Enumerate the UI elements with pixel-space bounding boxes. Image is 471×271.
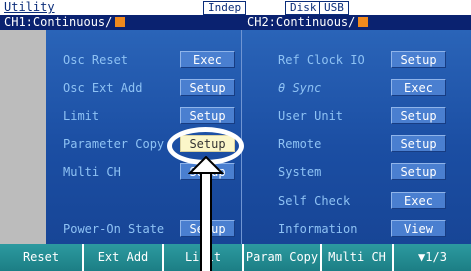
mode-indicator: Indep [203,1,247,15]
osc-ext-add-setup-button[interactable]: Setup [180,79,235,96]
ref-clock-io-setup-button[interactable]: Setup [391,51,446,68]
softkey-multi-ch[interactable]: Multi CH [322,244,394,271]
information-label: Information [278,222,358,236]
osc-reset-exec-button[interactable]: Exec [180,51,235,68]
information-view-button[interactable]: View [391,220,446,237]
self-check-label: Self Check [278,194,351,208]
softkey-reset[interactable]: Reset [0,244,84,271]
power-on-state-label: Power-On State [63,222,165,236]
multi-ch-label: Multi CH [63,165,121,179]
pointer-arrow-icon [188,156,224,174]
channel-status-bar: CH1:Continuous/ CH2:Continuous/ [0,15,471,30]
self-check-exec-button[interactable]: Exec [391,192,446,209]
osc-ext-add-label: Osc Ext Add [63,81,143,95]
usb-indicator: USB [319,1,349,15]
ch2-status: CH2:Continuous/ [247,15,369,30]
limit-label: Limit [63,109,100,123]
user-unit-label: User Unit [278,109,344,123]
remote-label: Remote [278,137,322,151]
ch2-status-text: CH2:Continuous/ [247,15,356,29]
system-label: System [278,165,322,179]
ch1-output-indicator [115,17,126,27]
pointer-arrow-shaft [200,168,212,271]
user-unit-setup-button[interactable]: Setup [391,107,446,124]
column-divider [241,30,242,244]
parameter-copy-label: Parameter Copy [63,137,165,151]
left-strip [0,30,46,244]
ch1-status: CH1:Continuous/ [4,15,126,30]
softkey-param-copy[interactable]: Param Copy [244,244,322,271]
disk-indicator: Disk [285,1,322,15]
theta-sync-exec-button[interactable]: Exec [391,79,446,96]
remote-setup-button[interactable]: Setup [391,135,446,152]
ch1-status-text: CH1:Continuous/ [4,15,113,29]
utility-screen: Utility Indep Disk USB CH1:Continuous/ C… [0,0,471,271]
osc-reset-label: Osc Reset [63,53,129,67]
title-bar: Utility Indep Disk USB [0,0,471,15]
screen-title: Utility [4,0,55,14]
system-setup-button[interactable]: Setup [391,163,446,180]
limit-setup-button[interactable]: Setup [180,107,235,124]
softkey-ext-add[interactable]: Ext Add [84,244,164,271]
softkey-page-down[interactable]: ▼1/3 [394,244,471,271]
softkey-bar: Reset Ext Add Limit Param Copy Multi CH … [0,244,471,271]
ref-clock-io-label: Ref Clock IO [278,53,365,67]
theta-sync-label: θ Sync [278,81,322,95]
ch2-output-indicator [358,17,369,27]
